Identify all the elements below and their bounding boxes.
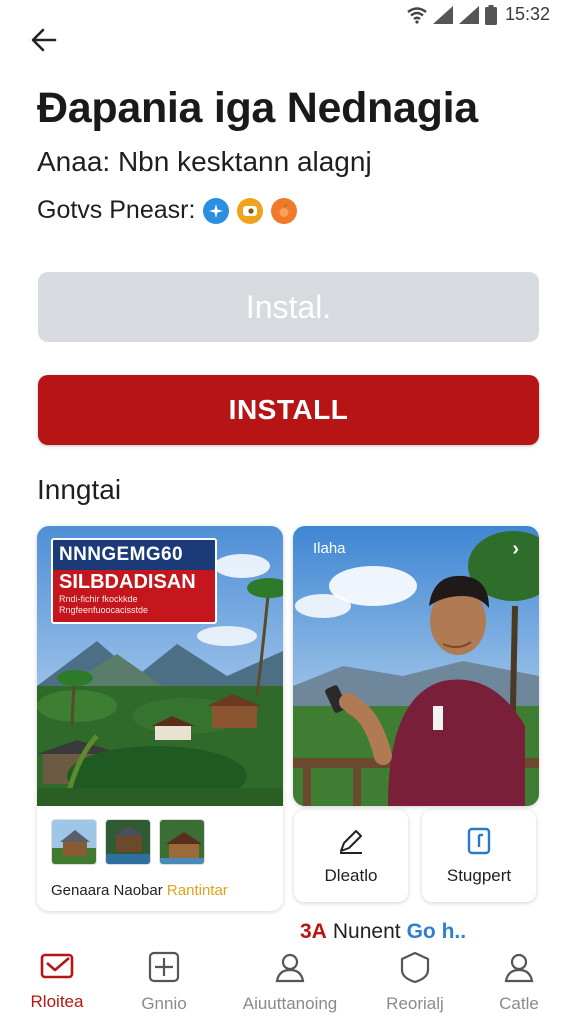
status-bar: 15:32 xyxy=(0,0,576,30)
peach-icon xyxy=(271,197,298,224)
app-subtitle: Anaa: Nbn kesktann alagnj xyxy=(37,146,372,177)
bottom-nav: Rloitea Gnnio Aiuuttanoing Reorialj Catl… xyxy=(0,940,576,1024)
nav-item-genio[interactable]: Gnnio xyxy=(99,950,229,1014)
thumbnail-image[interactable] xyxy=(51,819,97,865)
screenshot-card-left[interactable]: NNNGEMG60 SILBDADISAN Rndi-fichir fkockk… xyxy=(37,526,283,911)
nav-item-account[interactable]: Aiuuttanoing xyxy=(225,950,355,1014)
status-icons: 15:32 xyxy=(407,4,550,25)
banner-small1: Rndi-fichir fkockkde xyxy=(59,594,138,604)
install-secondary-button[interactable]: Instal. xyxy=(38,272,539,342)
nav-label: Catle xyxy=(499,994,539,1013)
shield-icon xyxy=(400,951,430,984)
app-title: Đapania iga Nednagia xyxy=(37,84,478,132)
blue-badge-icon xyxy=(203,197,230,224)
nav-label: Gnnio xyxy=(141,994,187,1013)
screenshot-card-right[interactable]: Ilaha › xyxy=(293,526,539,806)
wifi-icon xyxy=(407,6,427,24)
card-caption: Genaara Naobar Rantintar xyxy=(51,882,228,899)
mail-icon xyxy=(40,953,74,979)
person-icon xyxy=(275,953,305,983)
banner-small2: Rngfeenfuoocacisstde xyxy=(59,605,149,615)
promo-banner: NNNGEMG60 SILBDADISAN Rndi-fichir fkockk… xyxy=(51,538,217,624)
app-meta: Gotvs Pneasr: xyxy=(37,196,298,225)
nav-label: Reorialj xyxy=(386,994,444,1013)
arrow-left-icon xyxy=(31,28,57,52)
banner-line1: NNNGEMG60 xyxy=(53,540,215,570)
thumbnail-image[interactable] xyxy=(105,819,151,865)
mini-card-label: Stugpert xyxy=(446,866,512,885)
install-button[interactable]: INSTALL xyxy=(38,375,539,445)
battery-icon xyxy=(484,4,497,25)
thumbnail-image[interactable] xyxy=(159,819,205,865)
status-time: 15:32 xyxy=(504,4,550,24)
nav-label: Aiuuttanoing xyxy=(242,994,338,1013)
chevron-right-icon[interactable]: › xyxy=(512,538,519,561)
section-heading: Inngtai xyxy=(37,474,122,505)
app-meta-label: Gotvs Pneasr: xyxy=(37,196,196,224)
document-icon xyxy=(467,827,491,855)
card-caption-main: Genaara Naobar xyxy=(51,882,163,899)
nav-item-profile[interactable]: Catle xyxy=(454,950,576,1014)
plus-square-icon xyxy=(148,951,180,983)
person-photo xyxy=(293,526,539,806)
signal-icon xyxy=(432,5,453,24)
orange-badge-icon xyxy=(237,197,264,224)
person-icon xyxy=(504,953,534,983)
thumbnail-row xyxy=(51,819,205,865)
card-tag: Ilaha xyxy=(313,540,346,557)
pencil-icon xyxy=(340,830,362,854)
mini-card-details[interactable]: Dleatlo xyxy=(294,810,408,902)
card-caption-highlight: Rantintar xyxy=(166,882,228,899)
mini-card-support[interactable]: Stugpert xyxy=(422,810,536,902)
banner-line2: SILBDADISAN xyxy=(59,571,196,593)
signal-icon xyxy=(458,5,479,24)
back-button[interactable] xyxy=(24,22,64,58)
mini-card-label: Dleatlo xyxy=(324,866,378,885)
nav-label: Rloitea xyxy=(30,992,84,1011)
